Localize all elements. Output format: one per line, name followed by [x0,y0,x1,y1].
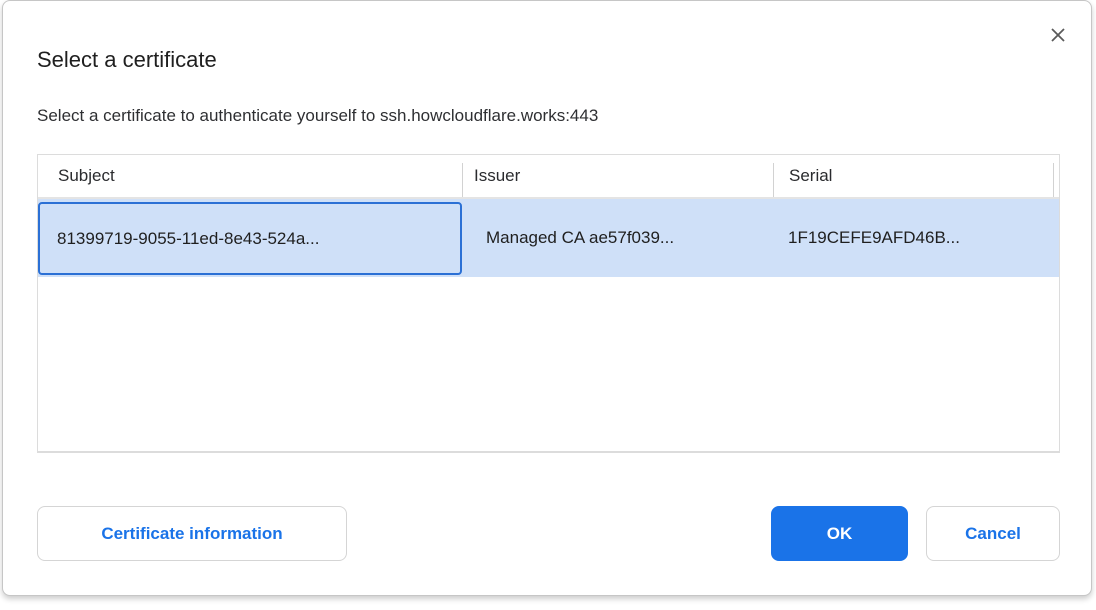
certificate-select-dialog: Select a certificate Select a certificat… [2,0,1092,596]
certificate-table: Subject Issuer Serial 81399719-9055-11ed… [37,154,1060,453]
dialog-title: Select a certificate [37,1,1060,74]
cell-subject[interactable]: 81399719-9055-11ed-8e43-524a... [38,202,462,275]
cell-serial[interactable]: 1F19CEFE9AFD46B... [773,199,1053,277]
cancel-button[interactable]: Cancel [926,506,1060,561]
column-header-issuer: Issuer [462,155,773,197]
table-header: Subject Issuer Serial [38,155,1059,199]
ok-button[interactable]: OK [771,506,908,561]
certificate-information-button[interactable]: Certificate information [37,506,347,561]
dialog-content: Select a certificate Select a certificat… [3,1,1091,595]
dialog-subtitle: Select a certificate to authenticate you… [37,105,1060,127]
close-button[interactable] [1045,23,1071,49]
cell-issuer[interactable]: Managed CA ae57f039... [462,199,773,277]
certificate-row-selected[interactable]: 81399719-9055-11ed-8e43-524a... Managed … [38,199,1059,277]
column-header-scrollbar-gutter [1053,155,1059,197]
column-header-subject: Subject [38,155,462,197]
close-icon [1048,25,1068,48]
dialog-button-bar: Certificate information OK Cancel [37,506,1060,561]
column-header-serial: Serial [773,155,1053,197]
